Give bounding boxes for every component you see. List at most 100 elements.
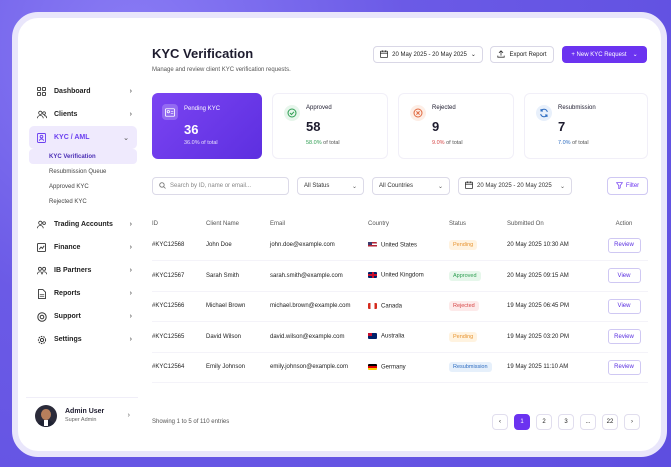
review-button[interactable]: Review (607, 359, 641, 375)
prev-page-button[interactable]: ‹ (492, 414, 508, 430)
filter-date-range[interactable]: 20 May 2025 - 20 May 2025 ⌄ (458, 177, 572, 195)
column-header[interactable]: Status (449, 218, 507, 230)
table-row[interactable]: #KYC12566 Michael Brown michael.brown@ex… (152, 291, 648, 322)
sidebar-item-label: IB Partners (54, 267, 92, 274)
sidebar-item-settings[interactable]: Settings › (26, 328, 140, 351)
country-name: Canada (381, 303, 403, 310)
id-card-icon (162, 104, 178, 120)
cell-name: David Wilson (206, 321, 270, 353)
sidebar-item-label: Clients (54, 111, 78, 118)
germany-flag-icon (368, 363, 377, 370)
submenu-item-approved-kyc[interactable]: Approved KYC (26, 179, 137, 194)
sidebar-item-label: Finance (54, 244, 81, 251)
review-button[interactable]: Review (607, 237, 641, 253)
main-content: KYC Verification Manage and review clien… (152, 26, 661, 443)
column-header[interactable]: Action (600, 218, 648, 230)
column-header[interactable]: Client Name (206, 218, 270, 230)
status-badge: Resubmission (449, 362, 492, 373)
view-button[interactable]: View (607, 298, 641, 314)
stat-label: Pending KYC (184, 106, 221, 112)
sidebar-item-label: Settings (54, 336, 82, 343)
cell-name: Michael Brown (206, 291, 270, 322)
page-button-2[interactable]: 2 (536, 414, 552, 430)
kyc-table: ID Client Name Email Country Status Subm… (152, 218, 648, 383)
country-select[interactable]: All Countries ⌄ (372, 177, 450, 195)
cell-action: Review (600, 230, 648, 261)
chevron-down-icon: ⌄ (632, 52, 638, 58)
stat-subtext-suffix: of total (446, 140, 463, 146)
cell-id: #KYC12566 (152, 291, 206, 322)
cell-email: sarah.smith@example.com (270, 260, 368, 292)
pagination: ‹ 1 2 3 ... 22 › (492, 414, 640, 430)
check-circle-icon (284, 105, 300, 121)
uk-flag-icon (368, 272, 377, 279)
stat-card-resubmission[interactable]: Resubmission 7 7.0% of total (524, 93, 648, 159)
cell-email: david.wilson@example.com (270, 321, 368, 353)
table-row[interactable]: #KYC12564 Emily Johnson emily.johnson@ex… (152, 352, 648, 383)
review-button[interactable]: Review (607, 329, 641, 345)
sidebar-item-label: Support (54, 313, 81, 320)
kyc-submenu: KYC Verification Resubmission Queue Appr… (26, 149, 140, 209)
australia-flag-icon (368, 333, 377, 340)
chevron-down-icon: ⌄ (351, 183, 357, 190)
export-report-label: Export Report (509, 51, 547, 58)
sidebar-item-label: Trading Accounts (54, 221, 113, 228)
stat-value: 58 (306, 119, 321, 134)
stat-subtext: 58.0% of total (306, 140, 340, 146)
chevron-right-icon: › (129, 111, 132, 118)
search-input[interactable]: Search by ID, name or email... (152, 177, 289, 195)
chevron-right-icon: › (129, 336, 132, 343)
sidebar-item-ib-partners[interactable]: IB Partners › (26, 259, 140, 282)
sidebar-item-clients[interactable]: Clients › (26, 103, 140, 126)
page-button-22[interactable]: 22 (602, 414, 618, 430)
x-circle-icon (410, 105, 426, 121)
status-select[interactable]: All Status ⌄ (297, 177, 364, 195)
submenu-item-kyc-verification[interactable]: KYC Verification (29, 149, 137, 164)
stat-card-approved[interactable]: Approved 58 58.0% of total (272, 93, 388, 159)
user-profile[interactable]: Admin User Super Admin › (26, 397, 138, 433)
cell-submitted: 20 May 2025 10:30 AM (507, 230, 600, 261)
user-role: Super Admin (65, 417, 97, 423)
country-name: Australia (381, 334, 405, 341)
sidebar-item-dashboard[interactable]: Dashboard › (26, 80, 140, 103)
submenu-item-resubmission-queue[interactable]: Resubmission Queue (26, 164, 137, 179)
filter-label: Filter (625, 183, 640, 189)
page-button-3[interactable]: 3 (558, 414, 574, 430)
cell-submitted: 19 May 2025 03:20 PM (507, 321, 600, 353)
cell-email: john.doe@example.com (270, 230, 368, 261)
next-page-button[interactable]: › (624, 414, 640, 430)
cell-action: Review (600, 321, 648, 353)
new-kyc-request-button[interactable]: + New KYC Request ⌄ (562, 46, 647, 63)
chevron-right-icon: › (129, 88, 132, 95)
chart-icon (36, 242, 47, 253)
sidebar-item-finance[interactable]: Finance › (26, 236, 140, 259)
column-header[interactable]: Submitted On (507, 218, 600, 230)
table-row[interactable]: #KYC12567 Sarah Smith sarah.smith@exampl… (152, 260, 648, 292)
page-button-1[interactable]: 1 (514, 414, 530, 430)
page-subtitle: Manage and review client KYC verificatio… (152, 67, 291, 73)
table-row[interactable]: #KYC12565 David Wilson david.wilson@exam… (152, 321, 648, 353)
export-report-button[interactable]: Export Report (490, 46, 554, 63)
date-range-button[interactable]: 20 May 2025 - 20 May 2025 ⌄ (373, 46, 483, 63)
cell-country: United States (368, 230, 449, 261)
table-row[interactable]: #KYC12568 John Doe john.doe@example.com … (152, 230, 648, 261)
column-header[interactable]: Email (270, 218, 368, 230)
column-header[interactable]: ID (152, 218, 206, 230)
cell-action: Review (600, 352, 648, 383)
sidebar-item-reports[interactable]: Reports › (26, 282, 140, 305)
sidebar-item-trading-accounts[interactable]: Trading Accounts › (26, 213, 140, 236)
column-header[interactable]: Country (368, 218, 449, 230)
view-button[interactable]: View (607, 268, 641, 284)
cell-status: Resubmission (449, 352, 507, 383)
submenu-item-rejected-kyc[interactable]: Rejected KYC (26, 194, 137, 209)
sidebar-item-kyc-aml[interactable]: KYC / AML ⌄ (29, 126, 137, 149)
pagination-summary: Showing 1 to 5 of 110 entries (152, 419, 230, 425)
app-content: Dashboard › Clients › KYC / AML ⌄ KYC Ve… (26, 26, 661, 443)
sidebar-item-support[interactable]: Support › (26, 305, 140, 328)
avatar (35, 404, 57, 427)
cell-id: #KYC12565 (152, 321, 206, 353)
filter-button[interactable]: Filter (607, 177, 648, 195)
stat-card-pending[interactable]: Pending KYC 36 36.0% of total (152, 93, 262, 159)
filter-date-range-label: 20 May 2025 - 20 May 2025 (477, 183, 552, 189)
stat-card-rejected[interactable]: Rejected 9 9.0% of total (398, 93, 514, 159)
